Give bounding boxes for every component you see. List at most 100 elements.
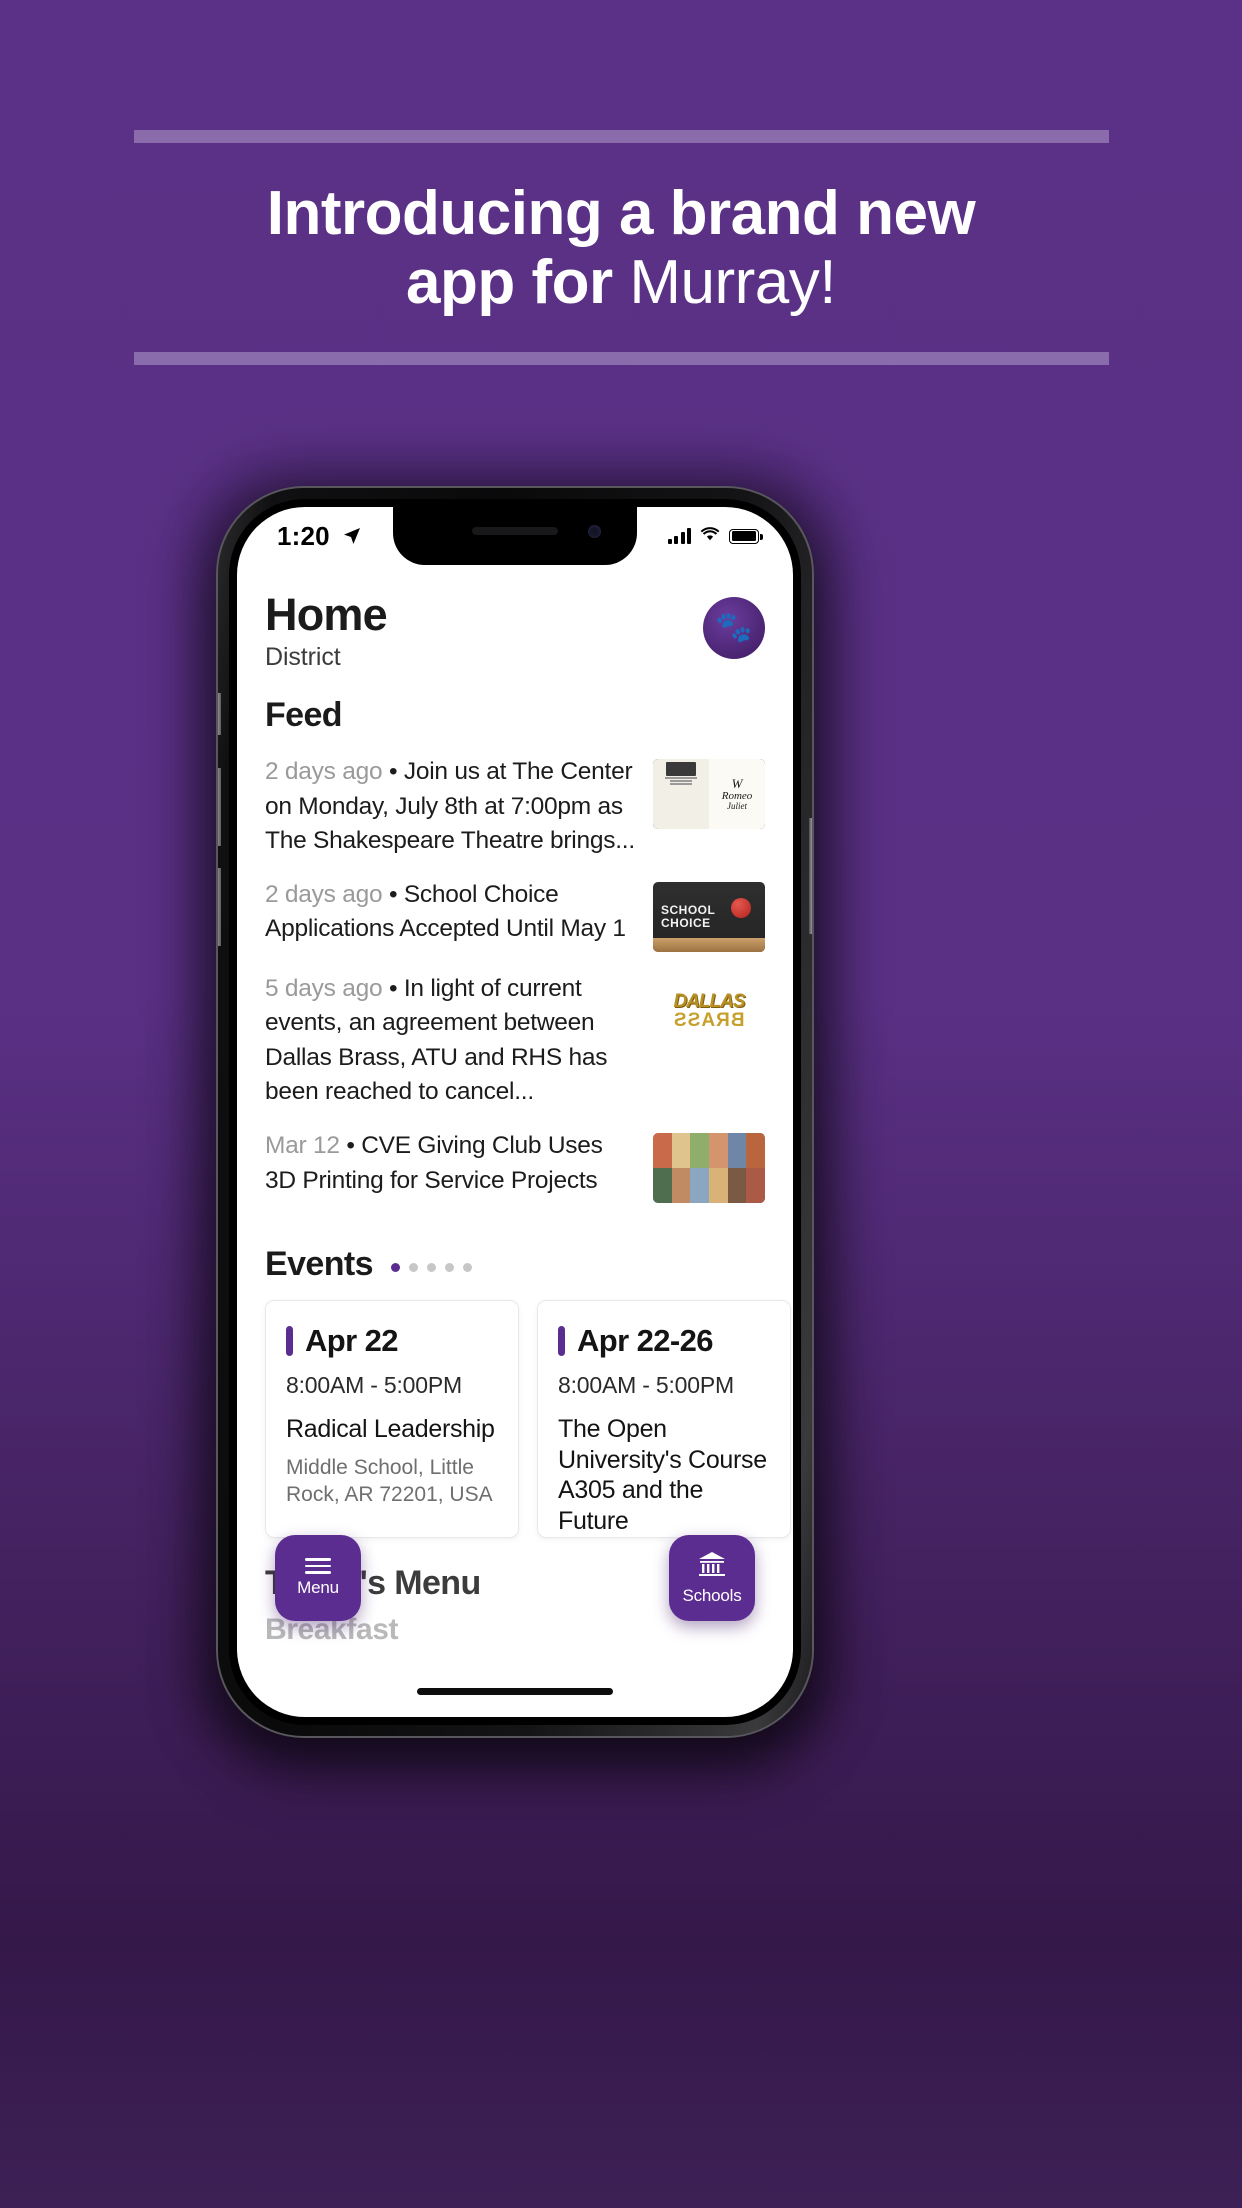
apple-icon	[731, 898, 751, 919]
event-date-row: Apr 22	[286, 1323, 498, 1359]
dallas-brass-logo-thumbnail: DALLAS BRASS	[653, 976, 765, 1047]
event-date: Apr 22	[305, 1323, 398, 1359]
app-header-titles: Home District	[265, 589, 388, 672]
schools-fab-button[interactable]: Schools	[669, 1535, 755, 1621]
event-name: Radical Leadership	[286, 1415, 495, 1444]
flyer-logo-block	[666, 762, 696, 777]
event-time: 8:00AM - 5:00PM	[558, 1372, 734, 1399]
schools-fab-label: Schools	[682, 1585, 742, 1605]
promo-banner: Introducing a brand new app for Murray!	[0, 130, 1242, 365]
photo-swatch	[690, 1133, 709, 1169]
photo-swatch	[727, 1168, 747, 1204]
promo-headline-line2-bold: app for	[406, 248, 613, 318]
feed-item-separator: •	[388, 975, 398, 1003]
feed-item-text: 2 days ago • School Choice Applications …	[265, 878, 637, 947]
brass-logo-line-1: DALLAS	[673, 991, 745, 1013]
event-date-row: Apr 22-26	[558, 1323, 770, 1359]
photo-swatch	[653, 1168, 672, 1204]
phone-mute-switch	[218, 693, 221, 735]
feed-item[interactable]: 2 days ago • Join us at The Center on Mo…	[263, 747, 767, 870]
feed-item-separator: •	[388, 758, 398, 786]
feed-item[interactable]: 2 days ago • School Choice Applications …	[263, 870, 767, 964]
feed-item-date: 5 days ago	[265, 975, 383, 1003]
promo-headline-line2-light: Murray!	[612, 248, 836, 318]
shakespeare-flyer-thumbnail: W Romeo Juliet	[653, 759, 765, 830]
phone-volume-up-button	[218, 768, 221, 846]
phone-device-mockup: 1:20 Home District 🐾 Feed 2 days ago • J…	[218, 488, 812, 1736]
photo-swatch	[746, 1168, 765, 1204]
photo-swatch	[671, 1168, 691, 1204]
events-section: Events	[265, 1245, 767, 1284]
feed-item-text: 2 days ago • Join us at The Center on Mo…	[265, 755, 637, 858]
event-card[interactable]: Apr 22 8:00AM - 5:00PM Radical Leadershi…	[265, 1300, 519, 1539]
events-pager[interactable]	[390, 1257, 472, 1273]
flyer-monogram: W	[731, 776, 743, 792]
promo-headline: Introducing a brand new app for Murray!	[0, 143, 1242, 352]
photo-swatch	[690, 1168, 709, 1204]
location-arrow-icon	[342, 526, 362, 546]
wifi-icon	[700, 526, 720, 546]
pager-dot[interactable]	[408, 1263, 418, 1273]
pager-dot[interactable]	[462, 1263, 472, 1273]
flyer-panel-right: W Romeo Juliet	[709, 759, 765, 830]
status-bar-right	[667, 526, 763, 546]
school-building-icon	[697, 1551, 727, 1582]
promo-rule-top	[133, 130, 1109, 143]
phone-power-button	[809, 818, 812, 934]
feed-item-separator: •	[388, 881, 398, 909]
status-bar: 1:20	[237, 507, 793, 565]
flyer-line	[670, 783, 692, 786]
feed-item-date: 2 days ago	[265, 881, 383, 909]
feed-item-separator: •	[346, 1132, 355, 1160]
hamburger-menu-icon	[305, 1558, 331, 1574]
mascot-icon: 🐾	[715, 611, 753, 644]
promo-rule-bottom	[133, 351, 1109, 365]
brass-logo-line-2: BRASS	[673, 1010, 745, 1032]
battery-full-icon	[729, 528, 763, 544]
home-indicator[interactable]	[417, 1688, 613, 1695]
flyer-line	[665, 777, 697, 780]
app-header: Home District 🐾	[263, 565, 767, 672]
feed-item[interactable]: 5 days ago • In light of current events,…	[263, 964, 767, 1121]
feed-item-date: Mar 12	[265, 1132, 340, 1160]
school-mascot-avatar[interactable]: 🐾	[703, 597, 765, 659]
feed-item-text: 5 days ago • In light of current events,…	[265, 972, 637, 1109]
pager-dot[interactable]	[426, 1263, 436, 1273]
status-bar-left: 1:20	[277, 521, 362, 552]
feed-item-text: Mar 12 • CVE Giving Club Uses 3D Printin…	[265, 1129, 637, 1198]
event-location: Middle School, Little Rock, AR 72201, US…	[286, 1455, 493, 1506]
students-photo-thumbnail	[653, 1133, 765, 1204]
pager-dot[interactable]	[444, 1263, 454, 1273]
photo-swatch	[671, 1133, 691, 1169]
photo-swatch	[727, 1133, 747, 1169]
flyer-panel-left	[653, 759, 709, 830]
menu-fab-label: Menu	[297, 1577, 339, 1597]
school-choice-chalkboard-thumbnail: SCHOOL CHOICE	[653, 882, 765, 953]
event-card[interactable]: Apr 22-26 8:00AM - 5:00PM The Open Unive…	[537, 1300, 791, 1539]
event-name: The Open University's Course A305 and th…	[558, 1415, 767, 1535]
phone-screen: 1:20 Home District 🐾 Feed 2 days ago • J…	[237, 507, 793, 1717]
chalkboard-line-2: CHOICE	[661, 916, 711, 931]
photo-swatch	[708, 1168, 728, 1204]
event-date: Apr 22-26	[577, 1323, 713, 1359]
page-subtitle: District	[265, 643, 341, 672]
flyer-line	[670, 780, 692, 783]
phone-volume-down-button	[218, 868, 221, 946]
status-time: 1:20	[277, 520, 330, 551]
feed-item-date: 2 days ago	[265, 758, 383, 786]
event-accent-bar	[558, 1326, 565, 1357]
events-heading: Events	[265, 1245, 374, 1284]
flyer-title-juliet: Juliet	[727, 801, 747, 812]
photo-swatch	[746, 1133, 765, 1169]
cellular-bars-icon	[667, 528, 691, 544]
events-carousel[interactable]: Apr 22 8:00AM - 5:00PM Radical Leadershi…	[265, 1300, 791, 1539]
menu-fab-button[interactable]: Menu	[275, 1535, 361, 1621]
feed-heading: Feed	[265, 696, 343, 735]
page-title: Home	[265, 589, 388, 640]
photo-swatch	[708, 1133, 728, 1169]
feed-item[interactable]: Mar 12 • CVE Giving Club Uses 3D Printin…	[263, 1121, 767, 1215]
photo-swatch	[653, 1133, 672, 1169]
pager-dot-active[interactable]	[390, 1263, 400, 1273]
event-accent-bar	[286, 1326, 293, 1357]
event-time: 8:00AM - 5:00PM	[286, 1372, 462, 1399]
